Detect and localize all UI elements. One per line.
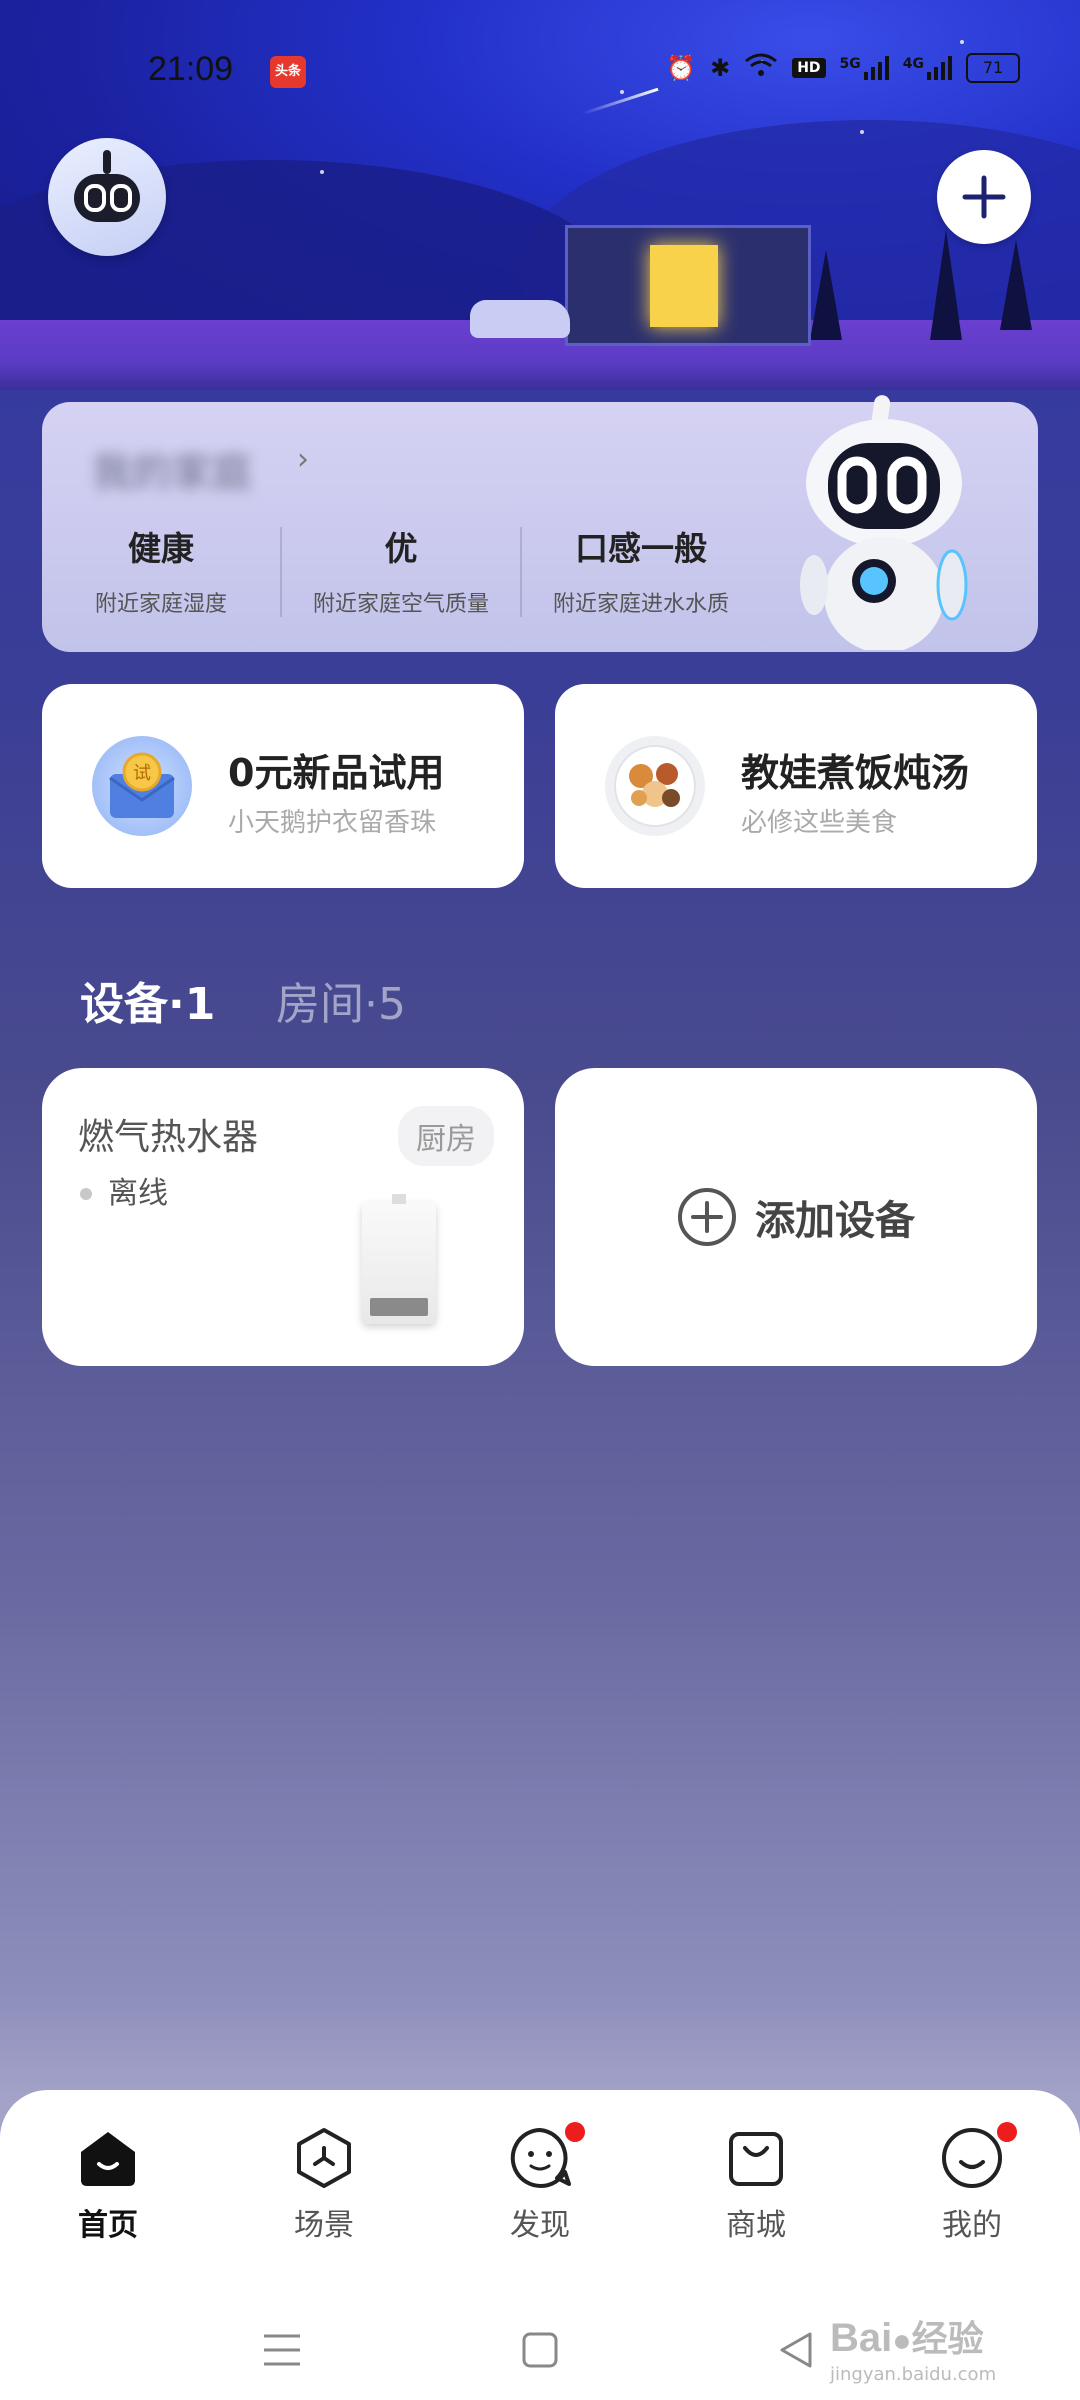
scene-icon bbox=[291, 2126, 357, 2190]
stat-water-quality: 口感一般 附近家庭进水水质 bbox=[522, 522, 760, 618]
water-heater-icon bbox=[362, 1194, 436, 1324]
robot-face bbox=[74, 174, 140, 222]
add-button[interactable] bbox=[937, 150, 1031, 244]
house-window bbox=[650, 245, 718, 327]
tab-devices[interactable]: 设备·1 bbox=[80, 968, 215, 1032]
plus-icon bbox=[962, 175, 1006, 219]
nav-label: 我的 bbox=[942, 2208, 1002, 2243]
nav-label: 发现 bbox=[510, 2208, 570, 2243]
heater-panel bbox=[370, 1298, 428, 1316]
tree bbox=[930, 230, 962, 340]
stat-air-quality: 优 附近家庭空气质量 bbox=[282, 522, 520, 618]
notification-badge bbox=[997, 2122, 1017, 2142]
paw-icon: ● bbox=[892, 2322, 912, 2358]
stat-value: 健康 bbox=[128, 529, 194, 568]
promo-title: 教娃煮饭炖汤 bbox=[741, 751, 970, 795]
nav-shop[interactable]: 商城 bbox=[648, 2126, 864, 2244]
nav-profile[interactable]: 我的 bbox=[864, 2122, 1080, 2244]
robot-antenna bbox=[103, 150, 111, 174]
stat-value: 口感一般 bbox=[575, 529, 707, 568]
chevron-right-icon: › bbox=[297, 442, 309, 477]
home-icon bbox=[75, 2126, 141, 2190]
promo-subtitle: 必修这些美食 bbox=[741, 808, 898, 838]
signal-5g-icon: 5G bbox=[840, 56, 889, 80]
alarm-icon: ⏰ bbox=[666, 54, 697, 82]
wifi-icon bbox=[744, 52, 778, 84]
heater-pipe bbox=[392, 1194, 406, 1204]
tree bbox=[810, 250, 842, 340]
offline-dot bbox=[80, 1188, 92, 1200]
device-status: 离线 bbox=[108, 1176, 168, 1211]
robot-eye bbox=[84, 184, 106, 212]
status-time: 21:09 bbox=[148, 50, 234, 88]
device-card-water-heater[interactable]: 燃气热水器 厨房 离线 bbox=[42, 1068, 524, 1366]
stat-label: 附近家庭湿度 bbox=[94, 592, 227, 617]
promo-card-trial[interactable]: 试 0元新品试用 小天鹅护衣留香珠 bbox=[42, 684, 524, 888]
tree bbox=[1000, 240, 1032, 330]
robot-eye bbox=[110, 184, 132, 212]
nav-home[interactable]: 首页 bbox=[0, 2126, 216, 2244]
add-device-card[interactable]: 添加设备 bbox=[555, 1068, 1037, 1366]
trial-envelope-icon: 试 bbox=[92, 736, 192, 836]
tab-rooms[interactable]: 房间·5 bbox=[276, 968, 406, 1032]
stat-humidity: 健康 附近家庭湿度 bbox=[42, 522, 280, 618]
add-circle-icon bbox=[678, 1188, 736, 1246]
watermark-url: jingyan.baidu.com bbox=[830, 2364, 997, 2385]
watermark-logo: Bai●经验 bbox=[830, 2316, 984, 2360]
room-tag: 厨房 bbox=[398, 1106, 494, 1166]
news-app-icon: 头条 bbox=[270, 56, 306, 88]
svg-text:试: 试 bbox=[133, 763, 151, 784]
discover-icon bbox=[507, 2122, 585, 2190]
device-name: 燃气热水器 bbox=[78, 1117, 259, 1158]
nav-label: 首页 bbox=[78, 2208, 138, 2243]
back-triangle-icon[interactable] bbox=[778, 2330, 814, 2370]
promo-subtitle: 小天鹅护衣留香珠 bbox=[228, 808, 437, 838]
robot-mascot bbox=[800, 395, 968, 650]
star bbox=[860, 130, 864, 134]
nav-scene[interactable]: 场景 bbox=[216, 2126, 432, 2244]
profile-icon bbox=[939, 2122, 1017, 2190]
star bbox=[960, 40, 964, 44]
battery-indicator: 71 bbox=[966, 53, 1020, 83]
food-plate-icon bbox=[605, 736, 705, 836]
promo-card-recipe[interactable]: 教娃煮饭炖汤 必修这些美食 bbox=[555, 684, 1037, 888]
promo-title: 0元新品试用 bbox=[228, 751, 445, 795]
bluetooth-icon: ✱ bbox=[710, 54, 731, 82]
shop-icon bbox=[723, 2126, 789, 2190]
nav-label: 商城 bbox=[726, 2208, 786, 2243]
stat-value: 优 bbox=[384, 529, 418, 568]
user-avatar[interactable] bbox=[48, 138, 166, 256]
nav-discover[interactable]: 发现 bbox=[432, 2122, 648, 2244]
star bbox=[620, 90, 624, 94]
home-square-icon[interactable] bbox=[522, 2332, 558, 2368]
signal-4g-icon: 4G bbox=[903, 56, 952, 80]
home-name[interactable]: 我的家庭 bbox=[92, 440, 252, 498]
menu-icon[interactable] bbox=[262, 2332, 302, 2368]
star bbox=[320, 170, 324, 174]
status-icons: ⏰ ✱ HD 5G 4G 71 bbox=[666, 52, 1020, 84]
stat-label: 附近家庭进水水质 bbox=[552, 592, 729, 617]
car bbox=[470, 300, 570, 338]
add-device-label: 添加设备 bbox=[755, 1198, 915, 1244]
hd-icon: HD bbox=[792, 58, 826, 78]
nav-label: 场景 bbox=[294, 2208, 354, 2243]
stat-label: 附近家庭空气质量 bbox=[312, 592, 489, 617]
system-navigation-bar: Bai●经验 jingyan.baidu.com bbox=[0, 2280, 1080, 2400]
notification-badge bbox=[565, 2122, 585, 2142]
add-device-content: 添加设备 bbox=[555, 1068, 1037, 1366]
